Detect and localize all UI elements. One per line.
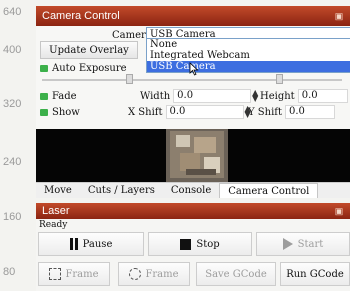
- laser-titlebar[interactable]: Laser ▣: [36, 203, 350, 219]
- fade-label: Fade: [52, 90, 77, 102]
- camera-control-titlebar[interactable]: Camera Control ▣: [36, 6, 350, 26]
- update-overlay-button[interactable]: Update Overlay: [40, 41, 138, 59]
- play-icon: [282, 238, 293, 250]
- frame-round-icon: [129, 268, 142, 280]
- frame-round-label: Frame: [145, 268, 179, 280]
- frame-icon: [49, 268, 62, 280]
- pin-icon[interactable]: ▣: [334, 11, 344, 21]
- stop-icon: [180, 238, 192, 250]
- checkbox-checked-icon: [40, 64, 48, 72]
- mouse-cursor-icon: [189, 62, 199, 76]
- y-shift-input[interactable]: 0.0: [285, 105, 335, 119]
- frame-button[interactable]: Frame: [38, 262, 110, 286]
- show-label: Show: [52, 106, 80, 118]
- x-shift-field: X Shift 0.0 ▲ ▼: [128, 104, 252, 120]
- camera-control-title: Camera Control: [42, 10, 120, 22]
- stop-button[interactable]: Stop: [148, 232, 252, 256]
- vertical-ruler: 640 400 320 240 160 80: [0, 0, 36, 291]
- height-field: Height 0.0: [260, 88, 348, 104]
- camera-option[interactable]: None: [147, 39, 350, 50]
- pause-label: Pause: [82, 238, 113, 250]
- ruler-tick: 160: [3, 211, 22, 223]
- camera-option-selected[interactable]: USB Camera: [147, 61, 350, 72]
- tab-console[interactable]: Console: [163, 183, 219, 198]
- panel-tabs: Move Cuts / Layers Console Camera Contro…: [36, 182, 350, 198]
- scale-slider-thumb[interactable]: [276, 74, 283, 84]
- camera-preview: [36, 129, 350, 182]
- camera-dropdown-list: None Integrated Webcam USB Camera: [146, 38, 350, 73]
- fade-checkbox[interactable]: Fade: [40, 88, 77, 104]
- auto-exposure-label: Auto Exposure: [52, 62, 127, 74]
- height-input[interactable]: 0.0: [297, 89, 348, 103]
- ruler-tick: 80: [3, 266, 16, 278]
- tab-cuts-layers[interactable]: Cuts / Layers: [80, 183, 163, 198]
- save-gcode-button[interactable]: Save GCode: [196, 262, 276, 286]
- start-label: Start: [297, 238, 324, 250]
- laser-status: Ready: [39, 220, 68, 230]
- start-button[interactable]: Start: [256, 232, 350, 256]
- fade-slider-thumb[interactable]: [126, 74, 133, 84]
- height-label: Height: [260, 90, 295, 102]
- show-checkbox[interactable]: Show: [40, 104, 80, 120]
- overlay-slider-track: [42, 79, 342, 81]
- checkbox-checked-icon: [40, 108, 48, 116]
- laser-title: Laser: [42, 205, 70, 217]
- run-gcode-button[interactable]: Run GCode: [280, 262, 350, 286]
- x-shift-input[interactable]: 0.0: [165, 105, 244, 119]
- y-shift-label: Y Shift: [248, 106, 282, 118]
- width-input[interactable]: 0.0: [173, 89, 252, 103]
- frame-label: Frame: [65, 268, 99, 280]
- camera-option[interactable]: Integrated Webcam: [147, 50, 350, 61]
- checkbox-checked-icon: [40, 92, 48, 100]
- spinner-icon[interactable]: ▲ ▼: [251, 89, 259, 103]
- stop-label: Stop: [196, 238, 220, 250]
- width-field: Width 0.0 ▲ ▼: [140, 88, 259, 104]
- pause-icon: [69, 238, 78, 250]
- pin-icon[interactable]: ▣: [334, 206, 344, 216]
- ruler-tick: 640: [3, 6, 22, 18]
- camera-image: [166, 129, 228, 182]
- tab-camera-control[interactable]: Camera Control: [219, 183, 319, 198]
- pause-button[interactable]: Pause: [38, 232, 144, 256]
- ruler-tick: 400: [3, 44, 22, 56]
- tab-move[interactable]: Move: [36, 183, 80, 198]
- x-shift-label: X Shift: [128, 106, 163, 118]
- y-shift-field: Y Shift 0.0: [248, 104, 335, 120]
- ruler-tick: 240: [3, 156, 22, 168]
- frame-round-button[interactable]: Frame: [118, 262, 190, 286]
- width-label: Width: [140, 90, 171, 102]
- ruler-tick: 320: [3, 98, 22, 110]
- auto-exposure-checkbox[interactable]: Auto Exposure: [40, 60, 127, 76]
